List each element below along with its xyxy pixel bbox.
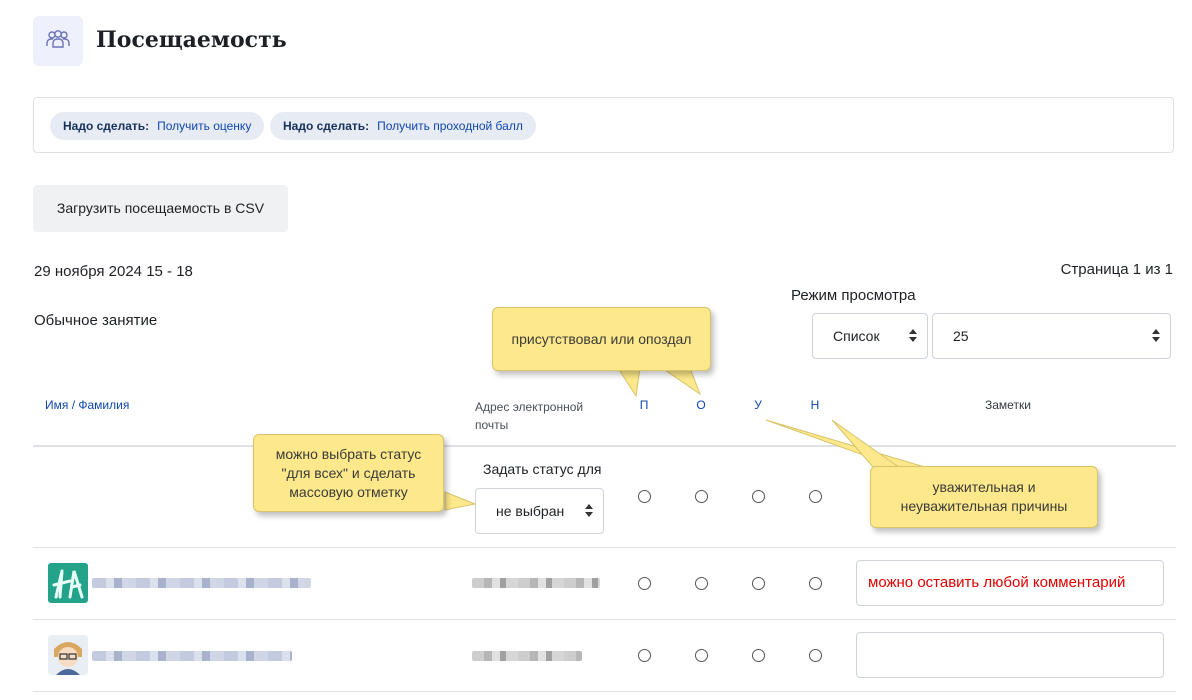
callout-present-late: присутствовал или опоздал: [492, 307, 711, 371]
callout-set-all: можно выбрать статус "для всех" и сделат…: [253, 434, 444, 512]
callout-excused: уважительная и неуважительная причины: [870, 466, 1098, 528]
